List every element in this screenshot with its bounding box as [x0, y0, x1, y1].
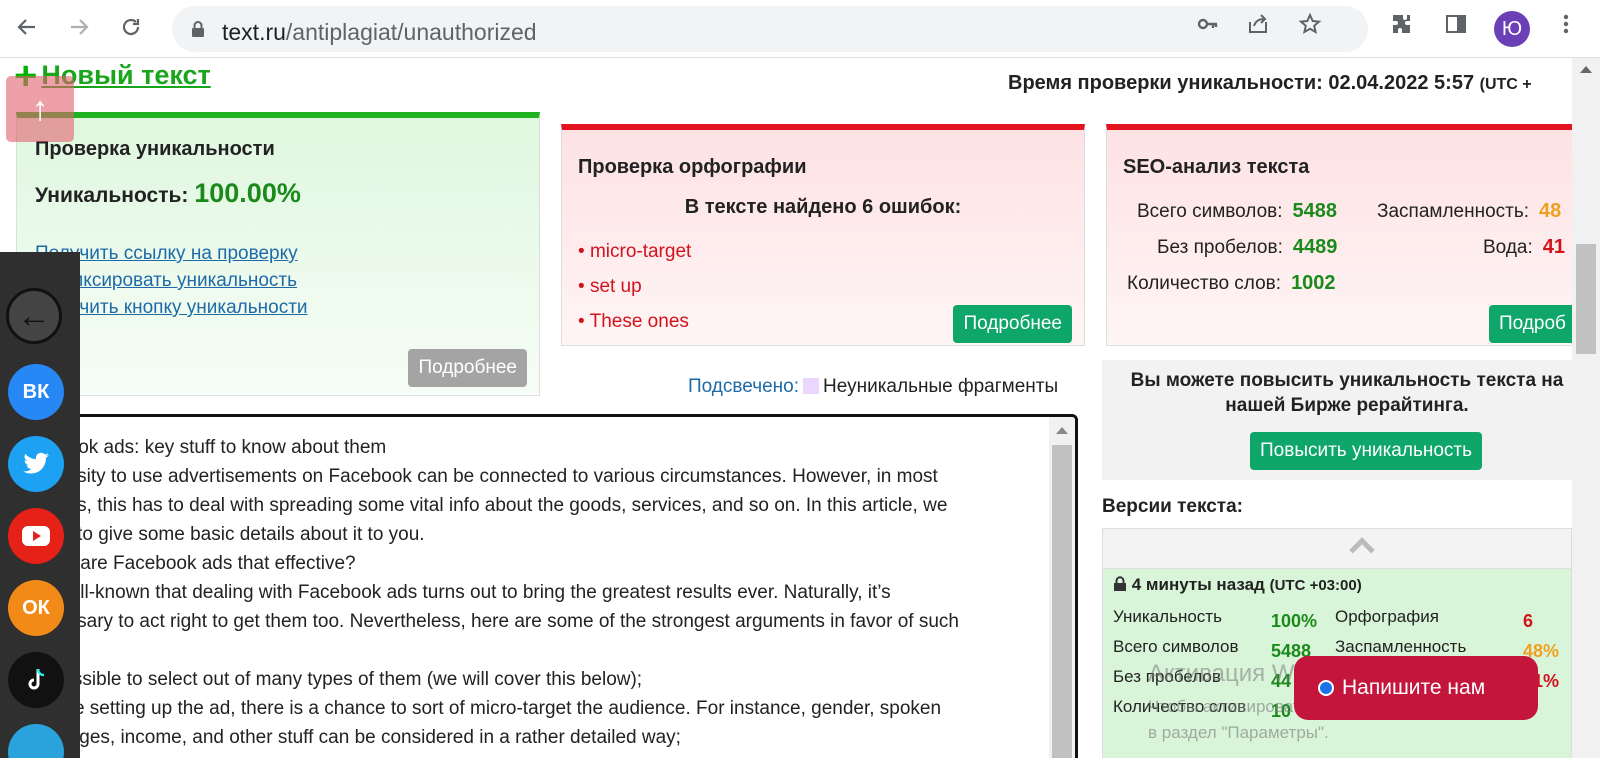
seo-total-chars: Всего символов: 5488 [1137, 200, 1338, 222]
text-line: is well-known that dealing with Facebook… [37, 582, 891, 603]
increase-uniqueness-button[interactable]: Повысить уникальность [1250, 432, 1483, 470]
error-item[interactable]: micro-target [578, 234, 691, 269]
page-scrollbar[interactable] [1572, 58, 1600, 758]
share-icon[interactable] [1246, 12, 1270, 36]
error-list: micro-target set up These ones [578, 234, 692, 339]
seo-no-spaces: Без пробелов: 4489 [1157, 236, 1338, 258]
back-circle-icon[interactable]: ← [6, 288, 62, 344]
promo-text: Вы можете повысить уникальность текста н… [1130, 370, 1564, 416]
text-content[interactable]: cebook ads: key stuff to know about them… [37, 433, 1037, 752]
odnoklassniki-icon[interactable]: ОК [8, 580, 64, 636]
seo-title: SEO-анализ текста [1123, 156, 1310, 178]
youtube-icon[interactable] [8, 508, 64, 564]
tiktok-icon[interactable] [8, 652, 64, 708]
text-line: ll try to give some basic details about … [37, 524, 425, 545]
back-icon[interactable] [12, 12, 42, 42]
profile-avatar[interactable]: Ю [1494, 11, 1530, 47]
scroll-up-arrow-icon[interactable] [1580, 66, 1592, 73]
telegram-icon[interactable] [8, 724, 64, 758]
page-scrollbar-thumb[interactable] [1576, 244, 1596, 354]
social-sidebar: ← ВК ОК [0, 252, 80, 758]
text-line: cases, this has to deal with spreading s… [37, 495, 948, 516]
menu-icon[interactable] [1554, 12, 1578, 36]
version-uniq-value: 100% [1271, 611, 1318, 631]
address-bar[interactable]: text.ru/antiplagiat/unauthorized [172, 6, 1368, 52]
seo-card: SEO-анализ текста Всего символов: 5488 Бе… [1106, 124, 1572, 346]
arrow-up-icon: ↑ [31, 89, 49, 128]
sidepanel-icon[interactable] [1444, 12, 1468, 36]
error-item[interactable]: These ones [578, 304, 691, 339]
scroll-up-button[interactable]: ↑ [6, 76, 74, 142]
version-chars-label: Всего символов [1113, 637, 1239, 656]
seo-water: Вода: 41 [1483, 236, 1566, 258]
text-line: ecessary to act right to get them too. N… [37, 611, 959, 632]
chevron-up-icon [1349, 537, 1375, 563]
text-line: ads: [37, 636, 1037, 665]
key-icon[interactable] [1196, 12, 1220, 36]
text-line: Why are Facebook ads that effective? [37, 553, 356, 574]
version-time: 4 минуты назад (UTC +03:00) [1113, 575, 1362, 595]
lock-icon[interactable] [190, 20, 206, 43]
version-orth-label: Орфография [1335, 607, 1439, 626]
lock-icon [1114, 576, 1126, 591]
version-uniq-label: Уникальность [1113, 607, 1222, 626]
scroll-up-arrow-icon[interactable] [1056, 427, 1068, 434]
text-scrollbar-thumb[interactable] [1052, 445, 1072, 758]
highlight-swatch [803, 378, 820, 394]
uniqueness-value: Уникальность: 100.00% [35, 178, 301, 208]
text-line: nguages, income, and other stuff can be … [37, 727, 681, 748]
version-orth-value: 6 [1523, 611, 1534, 631]
chat-button[interactable]: Напишите нам [1294, 656, 1538, 720]
versions-scroll-up[interactable] [1103, 529, 1571, 569]
spelling-more-button[interactable]: Подробнее [953, 305, 1072, 343]
highlight-legend: Подсвечено: Неуникальные фрагменты [688, 376, 1059, 397]
seo-spam: Заспамленность: 48 [1377, 200, 1562, 222]
text-line: ecessity to use advertisements on Facebo… [37, 466, 938, 487]
page-content: + Новый текст Время проверки уникальност… [0, 58, 1572, 758]
text-line: While setting up the ad, there is a chan… [37, 698, 942, 719]
online-dot-icon [1318, 680, 1334, 696]
url-text: text.ru/antiplagiat/unauthorized [222, 19, 537, 45]
text-line: s possible to select out of many types o… [37, 669, 643, 690]
check-time: Время проверки уникальности: 02.04.2022 … [1008, 72, 1532, 94]
spelling-card: Проверка орфографии В тексте найдено 6 о… [561, 124, 1085, 346]
twitter-icon[interactable] [8, 436, 64, 492]
browser-toolbar: text.ru/antiplagiat/unauthorized Ю [0, 0, 1600, 58]
extensions-icon[interactable] [1390, 12, 1414, 36]
promo-box: Вы можете повысить уникальность текста н… [1102, 360, 1572, 480]
uniqueness-card: Проверка уникальности Уникальность: 100.… [16, 112, 540, 396]
text-editor[interactable]: cebook ads: key stuff to know about them… [32, 414, 1078, 758]
spelling-title: Проверка орфографии [578, 156, 807, 178]
vk-icon[interactable]: ВК [8, 364, 64, 420]
uniqueness-more-button[interactable]: Подробнее [408, 349, 527, 387]
error-item[interactable]: set up [578, 269, 691, 304]
star-icon[interactable] [1298, 12, 1322, 36]
text-line: cebook ads: key stuff to know about them [37, 437, 387, 458]
spelling-subtitle: В тексте найдено 6 ошибок: [684, 196, 962, 218]
forward-icon[interactable] [64, 12, 94, 42]
version-spam-label: Заспамленность [1335, 637, 1467, 656]
reload-icon[interactable] [116, 12, 146, 42]
text-scrollbar[interactable] [1049, 417, 1075, 758]
versions-title: Версии текста: [1102, 496, 1243, 517]
seo-words: Количество слов: 1002 [1127, 272, 1336, 294]
seo-more-button[interactable]: Подроб [1489, 305, 1572, 343]
